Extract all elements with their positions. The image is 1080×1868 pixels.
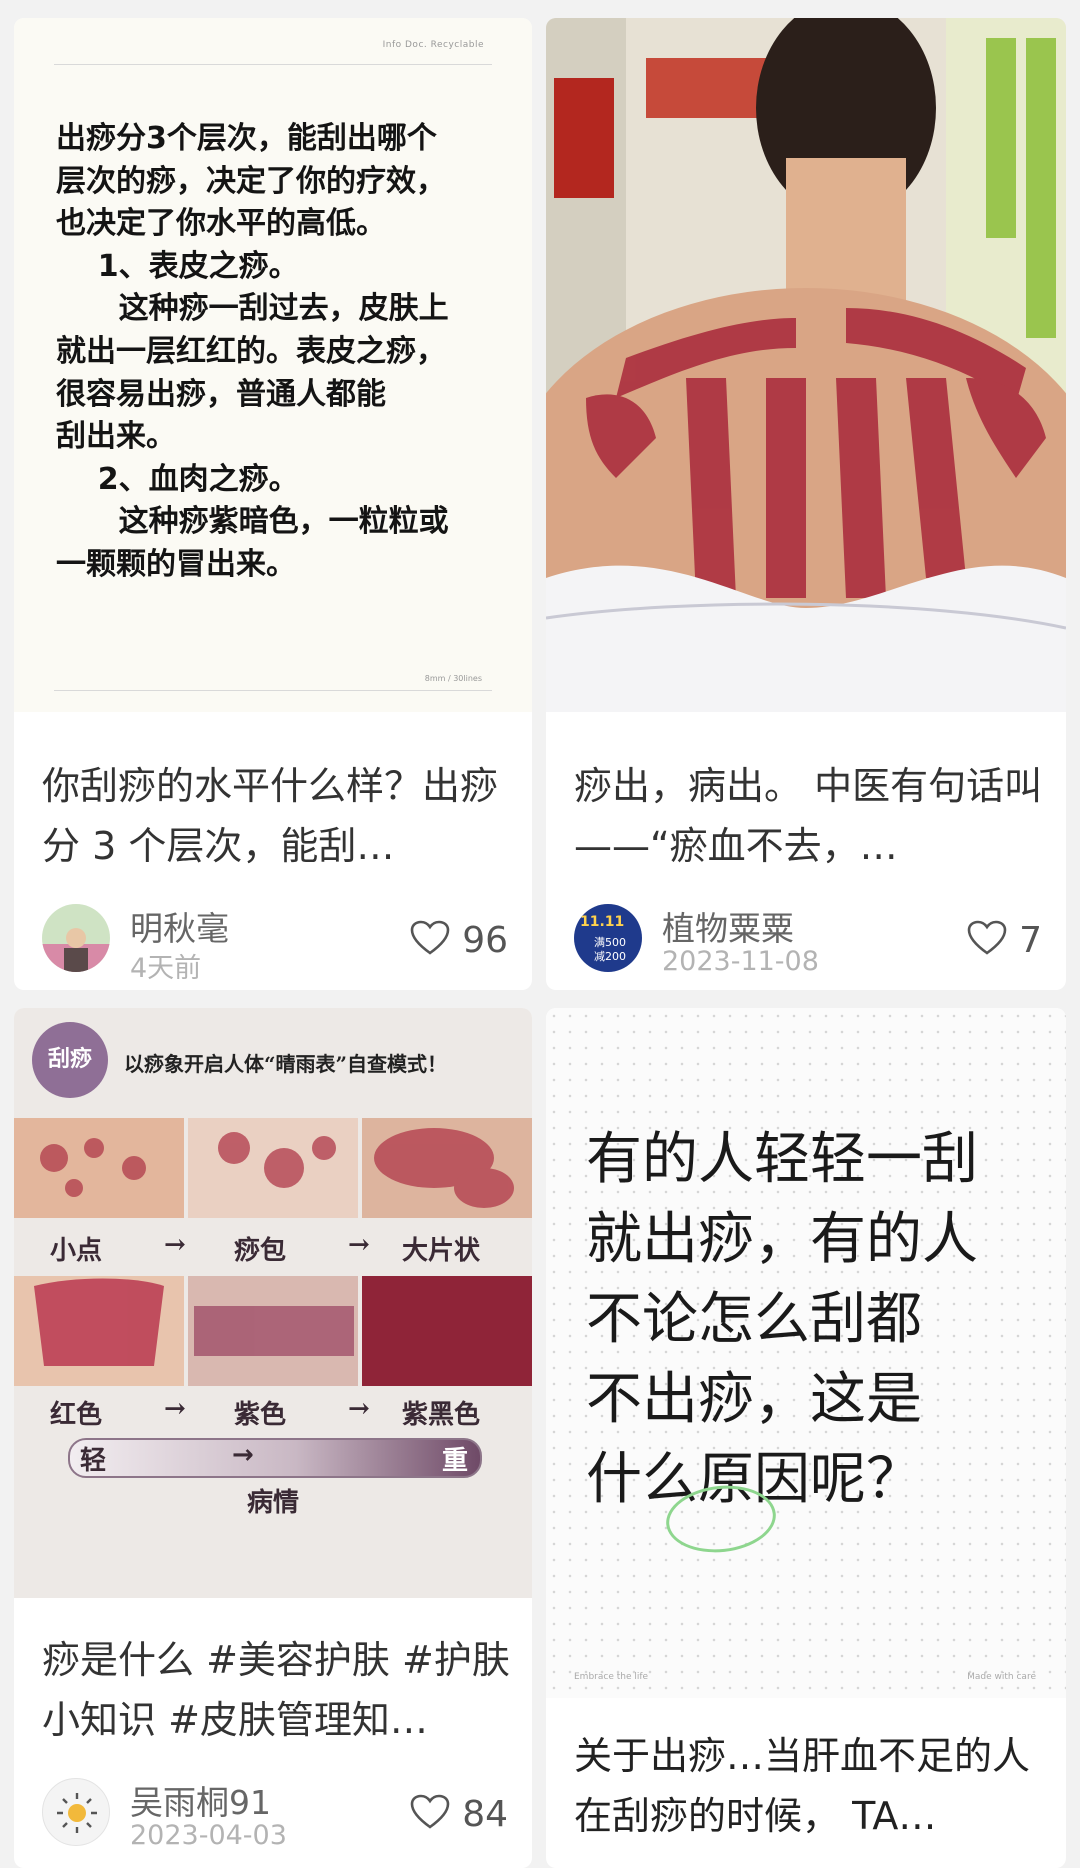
note-top-label: Info Doc. Recyclable: [382, 40, 484, 50]
feed-card-3[interactable]: 刮痧 以痧象开启人体“晴雨表”自查模式！ 小点 → 痧包 → 大片状 红色 → …: [14, 1008, 532, 1868]
arrow-icon: →: [164, 1394, 186, 1424]
photo-row-2: [14, 1276, 532, 1386]
feed-card-1[interactable]: Info Doc. Recyclable 出痧分3个层次，能刮出哪个 层次的痧，…: [14, 18, 532, 990]
label-small-dots: 小点: [50, 1236, 103, 1266]
like-button[interactable]: 96: [410, 916, 508, 964]
avatar-badge-text: 减200: [594, 950, 626, 963]
note-text: 出痧分3个层次，能刮出哪个 层次的痧，决定了你的疗效， 也决定了你水平的高低。 …: [56, 121, 449, 582]
severity-caption: 病情: [246, 1488, 299, 1518]
photo-row-1: [14, 1118, 532, 1218]
arrow-icon: →: [348, 1394, 370, 1424]
feed-card-2[interactable]: 痧出，病出。 中医有句话叫——“瘀血不去，… 11.11 满500 减200 植…: [546, 18, 1066, 990]
post-meta: 吴雨桐91 2023-04-03 84: [42, 1778, 508, 1852]
avatar[interactable]: 11.11 满500 减200: [574, 904, 642, 972]
severity-bar: [68, 1438, 482, 1478]
sun-icon: [57, 1793, 97, 1833]
avatar-badge-text: 11.11: [580, 914, 625, 930]
like-count: 96: [462, 919, 508, 961]
post-meta: 明秋毫 4天前 96: [42, 902, 508, 984]
post-date: 2023-11-08: [662, 946, 819, 977]
severity-heavy-label: 重: [442, 1446, 469, 1476]
like-count: 7: [1019, 919, 1042, 961]
back-photo[interactable]: [546, 18, 1066, 712]
seal-logo: 刮痧: [32, 1022, 108, 1098]
post-date: 4天前: [130, 953, 202, 984]
author-name[interactable]: 明秋毫: [130, 902, 229, 950]
severity-light-label: 轻: [80, 1446, 107, 1476]
heart-icon: [967, 920, 1007, 960]
arrow-icon: →: [348, 1230, 370, 1260]
post-caption[interactable]: 痧出，病出。 中医有句话叫——“瘀血不去，…: [574, 756, 1044, 876]
note-footer-left: Embrace the life: [574, 1672, 649, 1682]
label-purple: 紫色: [234, 1400, 287, 1430]
like-button[interactable]: 7: [967, 916, 1042, 964]
infographic-title: 以痧象开启人体“晴雨表”自查模式！: [124, 1052, 448, 1076]
author-name[interactable]: 吴雨桐91: [130, 1776, 271, 1824]
arrow-icon: →: [232, 1440, 254, 1470]
post-date: 2023-04-03: [130, 1820, 287, 1851]
avatar[interactable]: [42, 1778, 110, 1846]
note-image[interactable]: 有的人轻轻一刮 就出痧，有的人 不论怎么刮都 不出痧，这是 什么原因呢？ Emb…: [546, 1008, 1066, 1698]
avatar[interactable]: [42, 904, 110, 972]
author-name[interactable]: 植物粟粟: [662, 902, 794, 950]
label-red: 红色: [50, 1400, 103, 1430]
note-footer-right: Made with care: [967, 1672, 1036, 1682]
post-meta: 11.11 满500 减200 植物粟粟 2023-11-08 7: [574, 904, 1042, 978]
infographic-image[interactable]: 刮痧 以痧象开启人体“晴雨表”自查模式！ 小点 → 痧包 → 大片状 红色 → …: [14, 1008, 532, 1598]
note-text: 有的人轻轻一刮 就出痧，有的人 不论怎么刮都 不出痧，这是 什么原因呢？: [586, 1127, 978, 1512]
arrow-icon: →: [164, 1230, 186, 1260]
label-dark-purple: 紫黑色: [402, 1400, 481, 1430]
post-caption[interactable]: 关于出痧…当肝血不足的人在刮痧的时候， TA…: [574, 1726, 1044, 1846]
post-caption[interactable]: 你刮痧的水平什么样？出痧分 3 个层次，能刮…: [42, 756, 510, 876]
label-large-patches: 大片状: [402, 1236, 481, 1266]
note-image[interactable]: Info Doc. Recyclable 出痧分3个层次，能刮出哪个 层次的痧，…: [14, 18, 532, 712]
ruled-line: [54, 64, 492, 65]
heart-icon: [410, 1794, 450, 1834]
heart-icon: [410, 920, 450, 960]
ruled-line: [54, 690, 492, 691]
progression-labels-size: 小点 → 痧包 → 大片状: [14, 1230, 532, 1270]
like-button[interactable]: 84: [410, 1790, 508, 1838]
feed-card-4[interactable]: 有的人轻轻一刮 就出痧，有的人 不论怎么刮都 不出痧，这是 什么原因呢？ Emb…: [546, 1008, 1066, 1868]
label-clusters: 痧包: [234, 1236, 287, 1266]
post-caption[interactable]: 痧是什么 #美容护肤 #护肤小知识 #皮肤管理知…: [42, 1630, 510, 1750]
like-count: 84: [462, 1793, 508, 1835]
progression-labels-color: 红色 → 紫色 → 紫黑色: [14, 1394, 532, 1434]
note-bottom-label: 8mm / 30lines: [424, 674, 482, 683]
